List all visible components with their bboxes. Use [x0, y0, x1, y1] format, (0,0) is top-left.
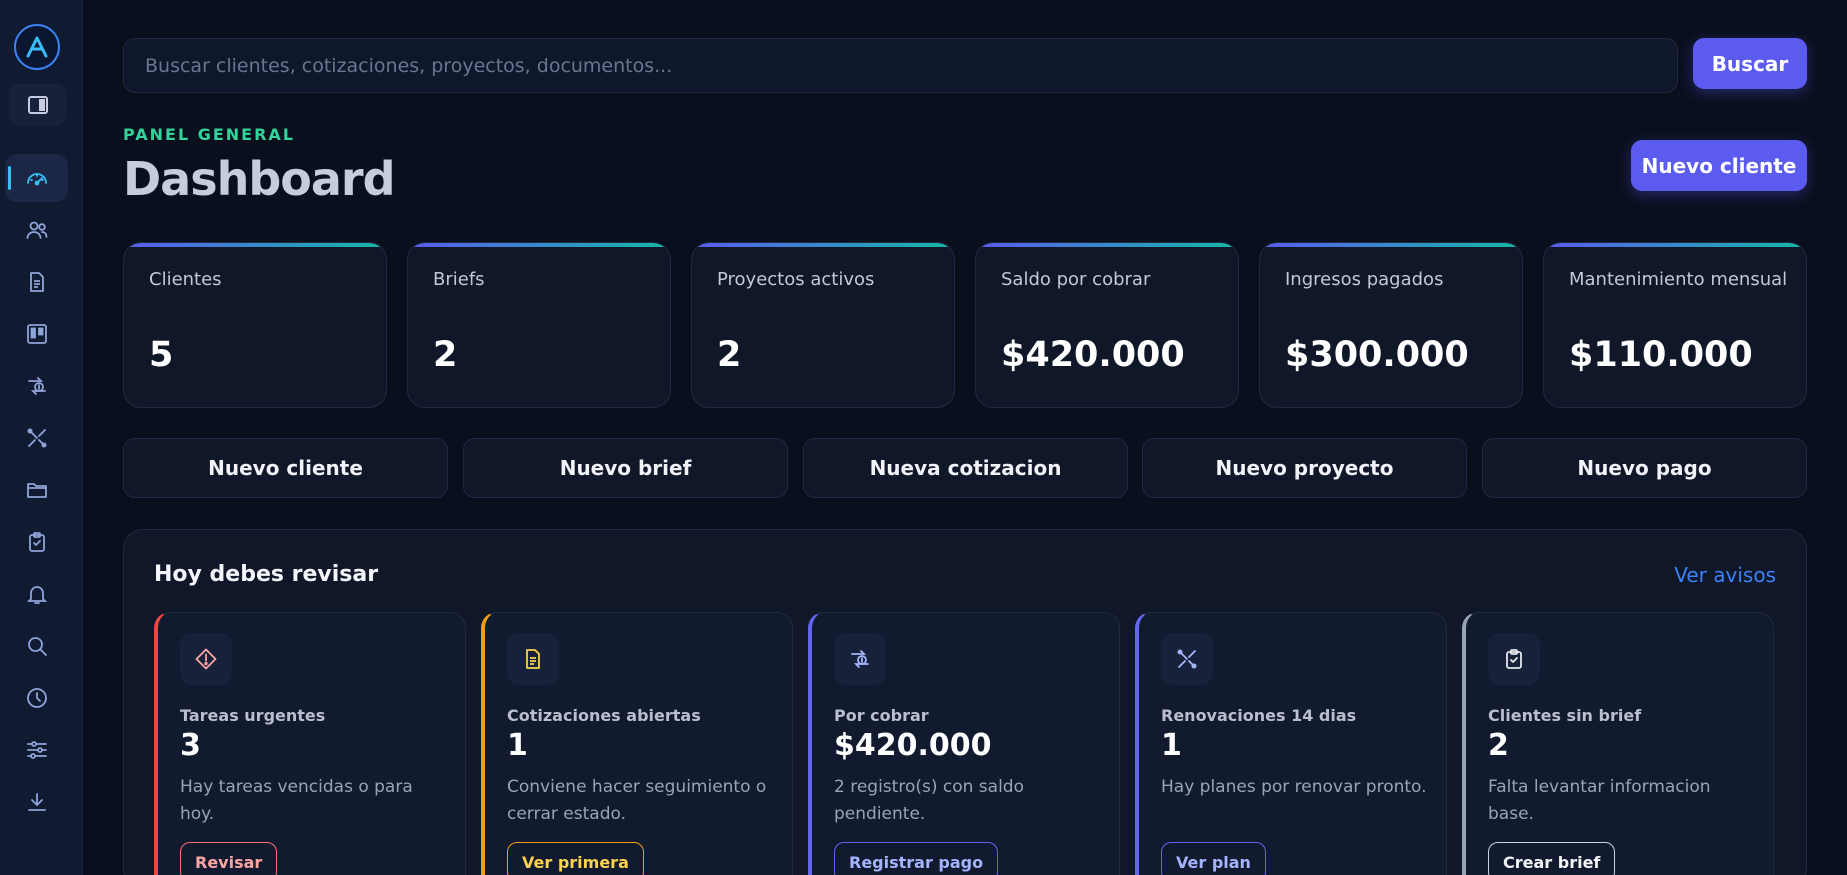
nav-briefs[interactable]: [5, 258, 68, 306]
tools-icon: [27, 428, 46, 448]
quick-new-brief-button[interactable]: Nuevo brief: [463, 438, 788, 498]
alert-description: Hay planes por renovar pronto.: [1161, 777, 1427, 797]
alert-value: 2: [1488, 728, 1509, 763]
bell-icon: [26, 586, 47, 604]
money-exchange-icon: [27, 377, 46, 395]
nav-maintenance[interactable]: [5, 414, 68, 462]
stat-label: Proyectos activos: [717, 269, 875, 290]
nav-tasks[interactable]: [5, 518, 68, 566]
nav-payments[interactable]: [5, 362, 68, 410]
stat-card-briefs[interactable]: Briefs 2: [407, 242, 671, 408]
stat-value: 5: [149, 335, 174, 375]
quick-new-client-button[interactable]: Nuevo cliente: [123, 438, 448, 498]
money-exchange-icon: [834, 633, 886, 685]
stat-card-monthly-maintenance[interactable]: Mantenimiento mensual $110.000: [1543, 242, 1807, 408]
alert-description: Hay tareas vencidas o para hoy.: [180, 777, 413, 824]
quick-new-project-button[interactable]: Nuevo proyecto: [1142, 438, 1467, 498]
register-payment-button[interactable]: Registrar pago: [834, 842, 999, 875]
stat-value: $110.000: [1569, 335, 1753, 375]
document-icon: [29, 272, 44, 292]
stat-card-paid-income[interactable]: Ingresos pagados $300.000: [1259, 242, 1523, 408]
nav-search[interactable]: [5, 622, 68, 670]
alert-label: Clientes sin brief: [1488, 706, 1642, 725]
alert-card-receivables: Por cobrar $420.000 2 registro(s) con sa…: [808, 612, 1120, 875]
alert-label: Por cobrar: [834, 706, 929, 725]
alert-label: Renovaciones 14 dias: [1161, 706, 1357, 725]
new-client-button[interactable]: Nuevo cliente: [1631, 140, 1807, 191]
folder-icon: [26, 483, 47, 498]
nav-dashboard[interactable]: [5, 154, 68, 202]
nav-export[interactable]: [5, 778, 68, 826]
nav-alerts[interactable]: [5, 570, 68, 618]
logo-a-icon[interactable]: [14, 24, 60, 70]
stat-value: $300.000: [1285, 335, 1469, 375]
alert-card-urgent-tasks: Tareas urgentes 3 Hay tareas vencidas o …: [154, 612, 466, 875]
create-brief-button[interactable]: Crear brief: [1488, 842, 1616, 875]
view-plan-button[interactable]: Ver plan: [1161, 842, 1266, 875]
download-icon: [27, 793, 46, 811]
review-title: Hoy debes revisar: [154, 562, 379, 587]
stat-label: Ingresos pagados: [1285, 269, 1444, 290]
view-alerts-link[interactable]: Ver avisos: [1674, 563, 1776, 587]
alert-value: 3: [180, 728, 201, 763]
alert-description: Falta levantar informacion base.: [1488, 777, 1711, 824]
nav-projects[interactable]: [5, 310, 68, 358]
alert-card-renewals: Renovaciones 14 dias 1 Hay planes por re…: [1135, 612, 1447, 875]
page-title: Dashboard: [123, 152, 396, 206]
stat-label: Briefs: [433, 269, 485, 290]
sidebar: [0, 0, 83, 875]
clipboard-check-icon: [28, 532, 45, 552]
review-tasks-button[interactable]: Revisar: [180, 842, 278, 875]
review-panel: Hoy debes revisar Ver avisos Tareas urge…: [123, 529, 1807, 875]
alert-card-open-quotes: Cotizaciones abiertas 1 Conviene hacer s…: [481, 612, 793, 875]
nav-settings[interactable]: [5, 726, 68, 774]
stat-label: Clientes: [149, 269, 222, 290]
quick-new-payment-button[interactable]: Nuevo pago: [1482, 438, 1807, 498]
stat-value: $420.000: [1001, 335, 1185, 375]
dashboard-gauge-icon: [26, 173, 47, 186]
sliders-icon: [26, 741, 47, 759]
alert-description: 2 registro(s) con saldo pendiente.: [834, 777, 1024, 824]
stat-card-balance-due[interactable]: Saldo por cobrar $420.000: [975, 242, 1239, 408]
kanban-icon: [26, 324, 47, 344]
tools-icon: [1161, 633, 1213, 685]
sidebar-toggle-icon[interactable]: [9, 84, 66, 126]
search-placeholder: Buscar clientes, cotizaciones, proyectos…: [145, 54, 673, 77]
alert-label: Tareas urgentes: [180, 706, 326, 725]
view-first-quote-button[interactable]: Ver primera: [507, 842, 644, 875]
stat-value: 2: [433, 335, 458, 375]
alert-value: 1: [507, 728, 528, 763]
stat-label: Saldo por cobrar: [1001, 269, 1151, 290]
search-input[interactable]: Buscar clientes, cotizaciones, proyectos…: [123, 38, 1678, 93]
alert-card-clients-without-brief: Clientes sin brief 2 Falta levantar info…: [1462, 612, 1774, 875]
stat-value: 2: [717, 335, 742, 375]
nav-history[interactable]: [5, 674, 68, 722]
stat-card-clients[interactable]: Clientes 5: [123, 242, 387, 408]
nav-documents[interactable]: [5, 466, 68, 514]
quick-new-quote-button[interactable]: Nueva cotizacion: [803, 438, 1128, 498]
alert-description: Conviene hacer seguimiento o cerrar esta…: [507, 777, 767, 824]
users-icon: [26, 221, 47, 239]
document-icon: [507, 633, 559, 685]
clipboard-check-icon: [1488, 633, 1540, 685]
page-kicker: PANEL GENERAL: [123, 125, 296, 144]
nav-clients[interactable]: [5, 206, 68, 254]
clock-icon: [26, 688, 47, 708]
search-icon: [27, 637, 47, 656]
stat-card-active-projects[interactable]: Proyectos activos 2: [691, 242, 955, 408]
alert-label: Cotizaciones abiertas: [507, 706, 701, 725]
search-button[interactable]: Buscar: [1693, 38, 1807, 89]
warning-diamond-icon: [180, 633, 232, 685]
alert-value: $420.000: [834, 728, 992, 763]
stat-label: Mantenimiento mensual: [1569, 269, 1788, 290]
alert-value: 1: [1161, 728, 1182, 763]
